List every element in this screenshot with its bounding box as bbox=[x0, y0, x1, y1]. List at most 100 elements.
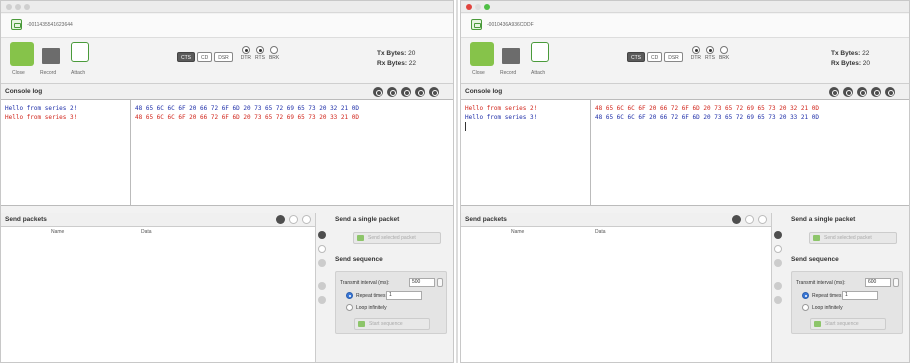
dtr-toggle[interactable]: DTR bbox=[691, 46, 701, 61]
repeat-input[interactable]: 1 bbox=[842, 291, 878, 300]
console-settings-icon[interactable] bbox=[829, 87, 839, 97]
send-selected-button[interactable]: Send selected packet bbox=[809, 232, 897, 244]
hex-line: 48 65 6C 6C 6F 20 66 72 6F 6D 20 73 65 7… bbox=[595, 114, 819, 121]
close-port-button[interactable] bbox=[470, 42, 494, 66]
edit-packet-icon[interactable] bbox=[774, 245, 782, 253]
send-packets-panel: Send packets Name Data bbox=[461, 213, 772, 362]
record-label: Record bbox=[40, 70, 57, 76]
zoom-window-dot[interactable] bbox=[484, 4, 490, 10]
loop-radio[interactable] bbox=[346, 304, 353, 311]
sequence-box: Transmit interval (ms): 500 Repeat times… bbox=[335, 271, 447, 334]
close-label: Close bbox=[472, 70, 485, 76]
interval-input[interactable]: 500 bbox=[409, 278, 435, 287]
close-window-dot[interactable] bbox=[6, 4, 12, 10]
repeat-input[interactable]: 1 bbox=[386, 291, 422, 300]
send-packets-title: Send packets bbox=[465, 216, 507, 223]
console-clear-icon[interactable] bbox=[885, 87, 895, 97]
edit-packet-icon[interactable] bbox=[318, 245, 326, 253]
console-clear-icon[interactable] bbox=[429, 87, 439, 97]
minimize-window-dot[interactable] bbox=[15, 4, 21, 10]
console-lock-icon[interactable] bbox=[871, 87, 881, 97]
interval-label: Transmit interval (ms): bbox=[340, 280, 390, 286]
console-hex-pane[interactable]: 48 65 6C 6C 6F 20 66 72 6F 6D 20 73 65 7… bbox=[132, 100, 453, 205]
device-id: -0010436A936CDDF bbox=[487, 22, 534, 28]
cd-indicator: CD bbox=[197, 52, 213, 62]
console-hex-pane[interactable]: 48 65 6C 6C 6F 20 66 72 6F 6D 20 73 65 7… bbox=[592, 100, 909, 205]
packet-settings-icon[interactable] bbox=[732, 215, 741, 224]
console-clock-icon[interactable] bbox=[387, 87, 397, 97]
record-button[interactable] bbox=[502, 48, 520, 64]
minimize-window-dot[interactable] bbox=[475, 4, 481, 10]
serial-window-1: -0011435541623644 Close Record Attach CT… bbox=[0, 0, 454, 363]
start-sequence-button[interactable]: Start sequence bbox=[354, 318, 430, 330]
remove-packet-icon[interactable] bbox=[318, 259, 326, 267]
add-packet-icon[interactable] bbox=[774, 231, 782, 239]
tx-value: 22 bbox=[862, 50, 870, 57]
byte-counters: Tx Bytes: 22 Rx Bytes: 20 bbox=[831, 49, 870, 69]
console-title: Console log bbox=[5, 88, 43, 95]
loop-radio[interactable] bbox=[802, 304, 809, 311]
rx-value: 20 bbox=[862, 60, 871, 67]
brk-toggle[interactable]: BRK bbox=[719, 46, 729, 61]
cd-indicator: CD bbox=[647, 52, 663, 62]
start-sequence-button[interactable]: Start sequence bbox=[810, 318, 886, 330]
close-window-dot[interactable] bbox=[466, 4, 472, 10]
hex-line: 48 65 6C 6C 6F 20 66 72 6F 6D 20 73 65 7… bbox=[595, 105, 819, 112]
console-ascii-pane[interactable]: Hello from series 2! Hello from series 3… bbox=[1, 100, 131, 205]
repeat-label: Repeat times bbox=[812, 293, 842, 299]
console-header: Console log bbox=[461, 84, 909, 100]
attach-button[interactable] bbox=[71, 42, 89, 62]
close-port-button[interactable] bbox=[10, 42, 34, 66]
packet-delete-icon[interactable] bbox=[758, 215, 767, 224]
attach-button[interactable] bbox=[531, 42, 549, 62]
device-title-row: -0011435541623644 bbox=[1, 14, 453, 38]
col-name: Name bbox=[51, 229, 65, 235]
interval-input[interactable]: 600 bbox=[865, 278, 891, 287]
console-clock-icon[interactable] bbox=[843, 87, 853, 97]
move-down-icon[interactable] bbox=[318, 296, 326, 304]
ascii-line: Hello from series 2! bbox=[5, 105, 78, 112]
dtr-toggle[interactable]: DTR bbox=[241, 46, 251, 61]
console-settings-icon[interactable] bbox=[373, 87, 383, 97]
rts-toggle[interactable]: RTS bbox=[705, 46, 715, 61]
tx-value: 20 bbox=[408, 50, 416, 57]
console-ascii-pane[interactable]: Hello from series 2! Hello from series 3… bbox=[461, 100, 591, 205]
single-packet-title: Send a single packet bbox=[791, 216, 856, 223]
record-button[interactable] bbox=[42, 48, 60, 64]
loop-label: Loop infinitely bbox=[812, 305, 843, 311]
attach-label: Attach bbox=[71, 70, 86, 76]
pin-status-group: CTS CD DSR DTR RTS BRK bbox=[627, 46, 729, 66]
rx-value: 22 bbox=[408, 60, 417, 67]
repeat-radio[interactable] bbox=[802, 292, 809, 299]
send-sequence-title: Send sequence bbox=[791, 256, 839, 263]
send-packets-header: Send packets bbox=[1, 213, 315, 227]
rts-toggle[interactable]: RTS bbox=[255, 46, 265, 61]
device-id: -0011435541623644 bbox=[27, 22, 73, 28]
move-up-icon[interactable] bbox=[774, 282, 782, 290]
packet-info-icon[interactable] bbox=[745, 215, 754, 224]
send-selected-button[interactable]: Send selected packet bbox=[353, 232, 441, 244]
add-packet-icon[interactable] bbox=[318, 231, 326, 239]
repeat-radio[interactable] bbox=[346, 292, 353, 299]
dsr-indicator: DSR bbox=[664, 52, 683, 62]
console-lock-icon[interactable] bbox=[415, 87, 425, 97]
remove-packet-icon[interactable] bbox=[774, 259, 782, 267]
packet-settings-icon[interactable] bbox=[276, 215, 285, 224]
zoom-window-dot[interactable] bbox=[24, 4, 30, 10]
console-header: Console log bbox=[1, 84, 453, 100]
move-down-icon[interactable] bbox=[774, 296, 782, 304]
toolbar: Close Record Attach CTS CD DSR DTR RTS BRK T… bbox=[1, 38, 453, 84]
packet-delete-icon[interactable] bbox=[302, 215, 311, 224]
interval-stepper[interactable] bbox=[437, 278, 443, 287]
move-up-icon[interactable] bbox=[318, 282, 326, 290]
console-body: Hello from series 2! Hello from series 3… bbox=[461, 100, 909, 206]
text-cursor bbox=[465, 122, 466, 131]
tx-label: Tx Bytes: bbox=[831, 50, 861, 57]
interval-stepper[interactable] bbox=[893, 278, 899, 287]
console-title: Console log bbox=[465, 88, 503, 95]
brk-toggle[interactable]: BRK bbox=[269, 46, 279, 61]
packet-info-icon[interactable] bbox=[289, 215, 298, 224]
console-copy-icon[interactable] bbox=[401, 87, 411, 97]
rx-label: Rx Bytes: bbox=[377, 60, 407, 67]
console-copy-icon[interactable] bbox=[857, 87, 867, 97]
